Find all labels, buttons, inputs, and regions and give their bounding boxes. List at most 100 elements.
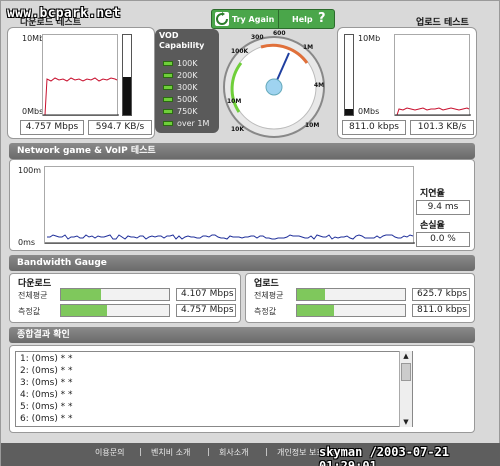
network-section-title: Network game & VoIP 테스트 xyxy=(9,143,475,159)
vod-item-over1m: over 1M xyxy=(163,119,209,128)
download-avg-value: 4.107 Mbps xyxy=(176,288,236,301)
log-line: 3: (0ms) * * xyxy=(20,378,73,388)
refresh-icon[interactable] xyxy=(215,12,229,26)
watermark: www.bcpark.net xyxy=(7,6,121,21)
download-kbs-box: 594.7 KB/s xyxy=(88,120,152,135)
speed-gauge-svg: 100K 300 600 1M 4M 10M 10M 10K xyxy=(223,30,325,138)
download-axis-top: 10Mb xyxy=(22,34,45,43)
network-graph xyxy=(44,166,415,244)
upload-level-bar xyxy=(344,34,354,116)
upload-panel: 업로드 테스트 10Mb 0Mbs 811.0 kbps 101.3 KB/s xyxy=(337,18,477,139)
bandwidth-download-label: 다운로드 xyxy=(18,279,52,289)
footer-stamp: skyman /2003-07-21 01:29:01 xyxy=(319,445,450,466)
footer-separator: | xyxy=(265,447,268,456)
vod-item-100k: 100K xyxy=(163,59,198,68)
upload-axis-bottom: 0Mbs xyxy=(358,107,380,116)
latency-label: 지연율 xyxy=(420,189,445,199)
download-level-bar xyxy=(122,34,132,116)
vod-title-line1: VOD xyxy=(159,31,179,40)
bandwidth-section-title: Bandwidth Gauge xyxy=(9,255,475,271)
vod-title: VOD Capability xyxy=(159,31,217,51)
vod-item-label: 200K xyxy=(177,71,198,80)
gauge-tick-label: 300 xyxy=(251,34,264,41)
upload-measured-bar xyxy=(296,304,406,317)
speedtest-window: www.bcpark.net 다운로드 테스트 10Mb 0Mbs 4.757 … xyxy=(0,0,500,466)
gauge-tick-label: 1M xyxy=(303,44,313,51)
footer-link-inquiry[interactable]: 이용문의 xyxy=(95,447,124,458)
loss-value: 0.0 % xyxy=(416,232,470,247)
summary-section-title: 종합결과 확인 xyxy=(9,327,475,343)
vod-title-line2: Capability xyxy=(159,41,205,50)
vod-item-label: 100K xyxy=(177,59,198,68)
upload-measured-fill xyxy=(297,305,334,316)
gauge-tick-label: 4M xyxy=(314,82,324,89)
bandwidth-upload-panel: 업로드 전체평균 625.7 kbps 측정값 811.0 kbps xyxy=(245,273,475,323)
refresh-icon-glyph xyxy=(216,12,228,25)
vod-led xyxy=(163,61,173,66)
upload-axis-top: 10Mb xyxy=(358,34,381,43)
vod-item-label: 300K xyxy=(177,83,198,92)
vod-capability-panel: VOD Capability 100K 200K 300K 500K 750K … xyxy=(155,29,219,133)
try-again-button[interactable]: Try Again xyxy=(232,12,276,28)
upload-measured-value: 811.0 kbps xyxy=(412,304,470,317)
footer-link-company[interactable]: 회사소개 xyxy=(219,447,248,458)
download-graph-line xyxy=(43,77,119,116)
vod-led xyxy=(163,97,173,102)
upload-avg-fill xyxy=(297,289,326,300)
help-button[interactable]: Help xyxy=(292,12,316,28)
network-graph-line xyxy=(45,234,415,244)
scroll-down-arrow-icon[interactable]: ▼ xyxy=(400,417,412,427)
gauge-toolbar: Try Again Help ? xyxy=(211,9,335,29)
download-avg-label: 전체평균 xyxy=(18,291,48,300)
latency-value: 9.4 ms xyxy=(416,200,470,215)
log-line: 5: (0ms) * * xyxy=(20,402,73,412)
vod-item-300k: 300K xyxy=(163,83,198,92)
upload-avg-label: 전체평균 xyxy=(254,291,284,300)
toolbar-divider xyxy=(278,10,279,28)
vod-led xyxy=(163,109,173,114)
summary-log[interactable]: 1: (0ms) * * 2: (0ms) * * 3: (0ms) * * 4… xyxy=(15,351,413,427)
loss-label: 손실율 xyxy=(420,221,445,231)
gauge-tick-label: 10M xyxy=(227,98,241,105)
download-axis-bottom: 0Mbs xyxy=(22,107,44,116)
network-panel: 100m 0ms 지연율 9.4 ms 손실율 0.0 % xyxy=(9,159,475,251)
download-level-fill xyxy=(123,77,131,115)
vod-item-500k: 500K xyxy=(163,95,198,104)
network-axis-top: 100m xyxy=(18,166,42,175)
vod-led xyxy=(163,73,173,78)
upload-measured-label: 측정값 xyxy=(254,307,277,316)
network-axis-bottom: 0ms xyxy=(18,238,36,247)
vod-item-200k: 200K xyxy=(163,71,198,80)
upload-avg-bar xyxy=(296,288,406,301)
download-panel: 다운로드 테스트 10Mb 0Mbs 4.757 Mbps 594.7 KB/s xyxy=(7,18,155,139)
download-avg-bar xyxy=(60,288,170,301)
log-line: 4: (0ms) * * xyxy=(20,390,73,400)
upload-graph xyxy=(394,34,471,116)
footer-link-about-benchbee[interactable]: 벤치비 소개 xyxy=(151,447,190,458)
vod-led xyxy=(163,121,173,126)
scroll-up-arrow-icon[interactable]: ▲ xyxy=(400,351,412,361)
footer-bar: 이용문의 | 벤치비 소개 | 회사소개 | 개인정보 보호정책 skyman … xyxy=(1,443,500,466)
bandwidth-upload-label: 업로드 xyxy=(254,279,279,289)
vod-item-label: over 1M xyxy=(177,119,210,128)
download-measured-value: 4.757 Mbps xyxy=(176,304,236,317)
download-avg-fill xyxy=(61,289,101,300)
download-graph xyxy=(42,34,119,116)
upload-level-fill xyxy=(345,108,353,115)
upload-kbps-box: 811.0 kbps xyxy=(342,120,406,135)
log-line: 1: (0ms) * * xyxy=(20,354,73,364)
scroll-thumb[interactable] xyxy=(401,363,411,381)
download-mbps-box: 4.757 Mbps xyxy=(20,120,84,135)
vod-item-750k: 750K xyxy=(163,107,198,116)
upload-kbs-box: 101.3 KB/s xyxy=(410,120,474,135)
download-measured-bar xyxy=(60,304,170,317)
upload-graph-line xyxy=(395,107,471,116)
gauge-tick-label: 100K xyxy=(231,48,249,55)
upload-avg-value: 625.7 kbps xyxy=(412,288,470,301)
gauge-tick-label: 10M xyxy=(305,122,319,129)
summary-scrollbar[interactable]: ▲ ▼ xyxy=(399,351,412,427)
help-icon[interactable]: ? xyxy=(318,10,332,28)
vod-item-label: 750K xyxy=(177,107,198,116)
upload-title: 업로드 테스트 xyxy=(416,18,469,28)
bandwidth-download-panel: 다운로드 전체평균 4.107 Mbps 측정값 4.757 Mbps xyxy=(9,273,241,323)
